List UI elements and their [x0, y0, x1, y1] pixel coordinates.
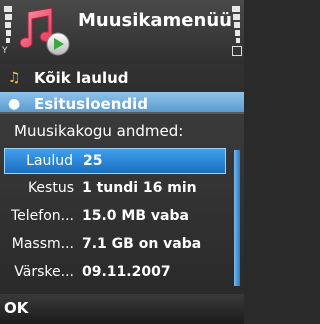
info-row-duration[interactable]: Kestus 1 tundi 16 min	[4, 176, 226, 202]
info-value: 7.1 GB on vaba	[82, 236, 202, 252]
info-row-refreshed[interactable]: Värske... 09.11.2007	[4, 260, 226, 286]
list-item-label: Kõik laulud	[34, 69, 129, 87]
info-value: 15.0 MB vaba	[82, 208, 189, 224]
dialog-title: Muusikakogu andmed:	[14, 122, 184, 140]
music-player-icon	[19, 7, 70, 56]
scrollbar-thumb[interactable]	[234, 150, 240, 286]
info-key: Värske...	[14, 264, 74, 280]
info-value: 09.11.2007	[82, 264, 171, 280]
title-bar: Y Muusikamenüü	[0, 0, 244, 64]
phone-screen: Y Muusikamenüü ♫ Kõik laulud ● Esitusloe…	[0, 0, 244, 324]
info-value: 25	[83, 153, 103, 169]
music-notes-icon: ♫	[8, 70, 21, 86]
info-key: Telefon...	[10, 208, 74, 224]
info-row-phone-memory[interactable]: Telefon... 15.0 MB vaba	[4, 204, 226, 230]
info-row-songs[interactable]: Laulud 25	[4, 148, 226, 174]
info-key: Kestus	[27, 180, 74, 196]
antenna-icon: Y	[2, 46, 8, 56]
info-key: Laulud	[26, 153, 73, 169]
list-item-all-songs[interactable]: ♫ Kõik laulud	[0, 66, 244, 92]
scrollbar[interactable]	[234, 150, 240, 286]
battery-indicator	[230, 2, 242, 56]
signal-indicator: Y	[2, 2, 14, 56]
info-value: 1 tundi 16 min	[82, 180, 197, 196]
list-item-label: Esitusloendid	[34, 95, 149, 113]
info-row-mass-memory[interactable]: Massm... 7.1 GB on vaba	[4, 232, 226, 258]
library-info-dialog: Muusikakogu andmed: Laulud 25 Kestus 1 t…	[0, 112, 244, 294]
ok-softkey[interactable]: OK	[4, 299, 28, 317]
app-title: Muusikamenüü	[78, 10, 232, 31]
info-list: Laulud 25 Kestus 1 tundi 16 min Telefon.…	[0, 148, 232, 288]
info-key: Massm...	[11, 236, 74, 252]
softkey-bar: OK	[0, 294, 244, 324]
battery-icon	[232, 46, 242, 56]
